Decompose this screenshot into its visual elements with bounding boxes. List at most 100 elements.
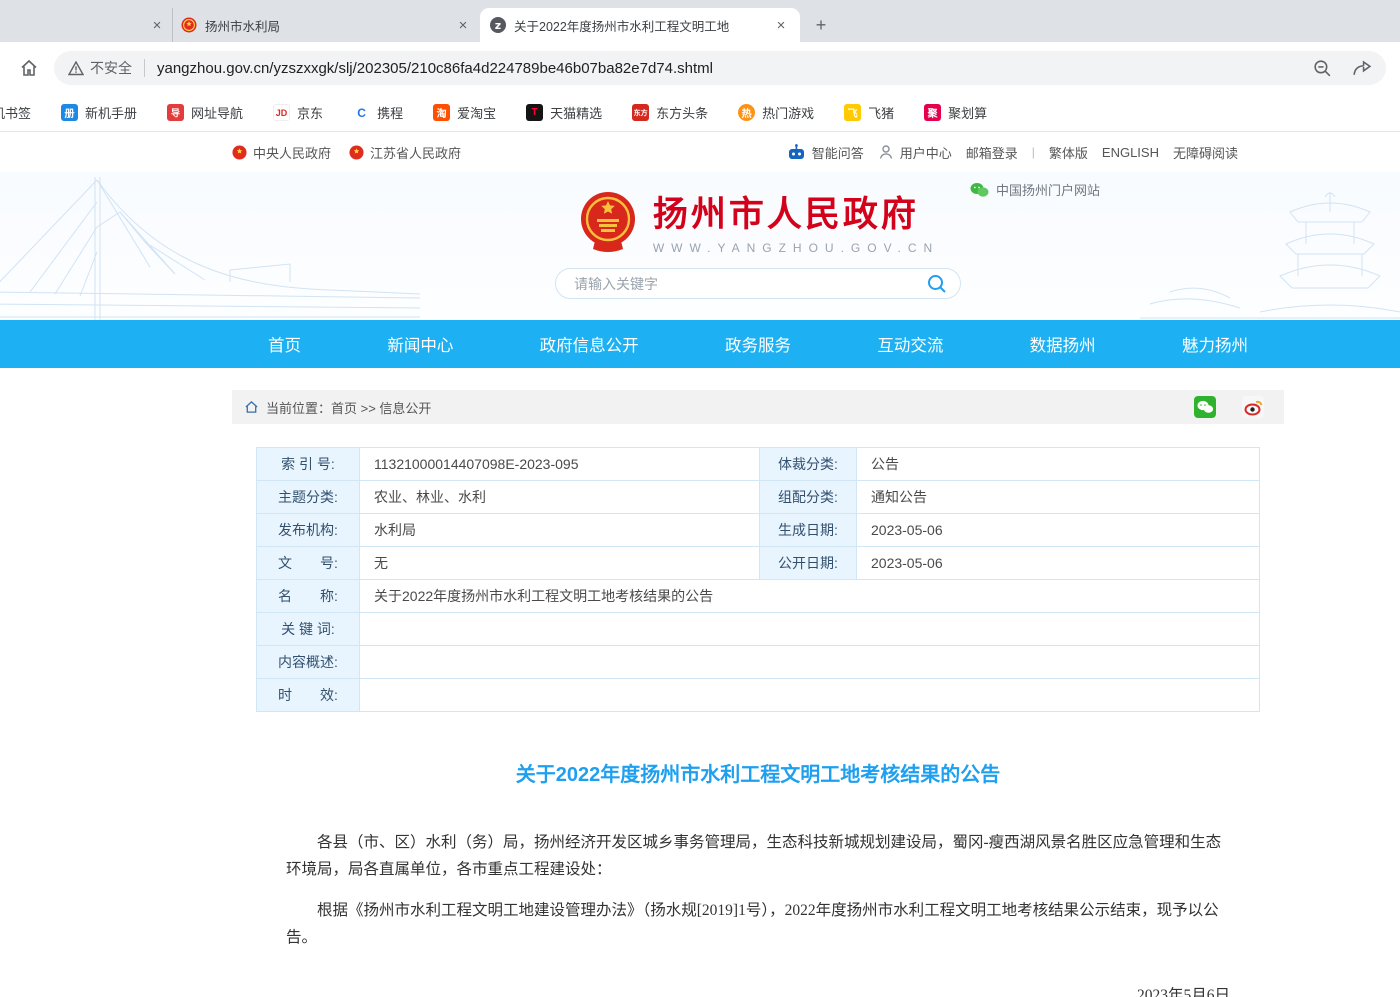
- bookmarks-bar: 机书签 册新机手册 导网址导航 JD京东 C携程 淘爱淘宝 T 天猫精选 东方东方…: [0, 94, 1400, 132]
- divider: |: [1032, 145, 1035, 159]
- home-icon[interactable]: [14, 53, 44, 83]
- site-url-text: WWW.YANGZHOU.GOV.CN: [653, 241, 939, 255]
- link-label: ENGLISH: [1102, 145, 1159, 160]
- browser-toolbar: 不安全 yangzhou.gov.cn/yzszxxgk/slj/202305/…: [0, 42, 1400, 94]
- wechat-icon: [970, 182, 989, 198]
- search-engine-favicon: z: [490, 17, 506, 33]
- gov-emblem-favicon: [181, 17, 197, 33]
- article-title: 关于2022年度扬州市水利工程文明工地考核结果的公告: [286, 758, 1230, 787]
- meta-value: 公告: [857, 448, 1260, 481]
- meta-value: 关于2022年度扬州市水利工程文明工地考核结果的公告: [360, 580, 1260, 613]
- smart-qa-link[interactable]: 智能问答: [787, 143, 864, 162]
- document-meta-table: 索 引 号: 11321000014407098E-2023-095 体裁分类:…: [256, 447, 1260, 712]
- tab-close-icon[interactable]: ×: [454, 16, 472, 34]
- bookmark-item[interactable]: T 天猫精选: [526, 103, 602, 122]
- link-label: 智能问答: [812, 143, 864, 162]
- share-icon[interactable]: [1351, 58, 1372, 79]
- new-tab-button[interactable]: +: [808, 12, 834, 38]
- meta-label: 发布机构:: [257, 514, 360, 547]
- home-icon[interactable]: [244, 400, 259, 414]
- bookmark-item[interactable]: 册新机手册: [61, 103, 137, 122]
- tab-close-icon[interactable]: ×: [148, 16, 166, 34]
- bookmark-label: 新机手册: [85, 103, 137, 122]
- meta-label: 组配分类:: [760, 481, 857, 514]
- url-text[interactable]: yangzhou.gov.cn/yzszxxgk/slj/202305/210c…: [157, 60, 1302, 77]
- gov-emblem-icon: [232, 145, 247, 160]
- site-title: 扬州市人民政府: [653, 186, 939, 237]
- wechat-share-icon[interactable]: [1194, 396, 1216, 418]
- table-row: 文 号: 无 公开日期: 2023-05-06: [257, 547, 1260, 580]
- nav-gov-services[interactable]: 政务服务: [725, 332, 791, 356]
- site-banner: 中国扬州门户网站 扬州市人民政府 WWW.YANGZHOU.GOV.CN: [0, 172, 1400, 320]
- link-label: 中央人民政府: [253, 143, 331, 162]
- bookmark-label: 热门游戏: [762, 103, 814, 122]
- nav-info-disclosure[interactable]: 政府信息公开: [540, 332, 639, 356]
- nav-charm-yangzhou[interactable]: 魅力扬州: [1182, 332, 1248, 356]
- weibo-share-icon[interactable]: [1242, 396, 1264, 418]
- english-version-link[interactable]: ENGLISH: [1102, 145, 1159, 160]
- traditional-version-link[interactable]: 繁体版: [1049, 143, 1088, 162]
- link-jiangsu-gov[interactable]: 江苏省人民政府: [349, 143, 461, 162]
- bookmark-favicon: 飞: [844, 104, 861, 121]
- national-emblem-icon: [577, 189, 639, 253]
- meta-label: 体裁分类:: [760, 448, 857, 481]
- meta-label: 索 引 号:: [257, 448, 360, 481]
- meta-value: 11321000014407098E-2023-095: [360, 448, 760, 481]
- bookmark-item[interactable]: C携程: [353, 103, 403, 122]
- article-paragraph: 各县（市、区）水利（务）局，扬州经济开发区城乡事务管理局，生态科技新城规划建设局…: [286, 829, 1230, 883]
- site-search[interactable]: [555, 268, 961, 299]
- bookmark-label: 聚划算: [948, 103, 987, 122]
- meta-value: [360, 679, 1260, 712]
- gov-emblem-icon: [349, 145, 364, 160]
- tab-partial[interactable]: ×: [0, 8, 172, 42]
- tab-close-icon[interactable]: ×: [772, 16, 790, 34]
- divider: [144, 59, 145, 77]
- bookmark-favicon: T: [526, 104, 543, 121]
- nav-interaction[interactable]: 互动交流: [877, 332, 943, 356]
- nav-data-yangzhou[interactable]: 数据扬州: [1030, 332, 1096, 356]
- bookmark-item[interactable]: 热热门游戏: [738, 103, 814, 122]
- mail-login-link[interactable]: 邮箱登录: [966, 143, 1018, 162]
- bookmark-label: 爱淘宝: [457, 103, 496, 122]
- bookmark-item[interactable]: JD京东: [273, 103, 323, 122]
- link-label: 邮箱登录: [966, 143, 1018, 162]
- table-row: 主题分类: 农业、林业、水利 组配分类: 通知公告: [257, 481, 1260, 514]
- link-label: 用户中心: [900, 143, 952, 162]
- site-logo[interactable]: 扬州市人民政府 WWW.YANGZHOU.GOV.CN: [232, 172, 1284, 255]
- bookmark-item[interactable]: 聚聚划算: [924, 103, 987, 122]
- bookmark-label: 网址导航: [191, 103, 243, 122]
- nav-news-center[interactable]: 新闻中心: [387, 332, 453, 356]
- accessibility-link[interactable]: 无障碍阅读: [1173, 143, 1238, 162]
- user-icon: [878, 144, 894, 160]
- bookmark-item[interactable]: 东方东方头条: [632, 103, 708, 122]
- bookmark-item[interactable]: 机书签: [0, 103, 31, 122]
- link-label: 繁体版: [1049, 143, 1088, 162]
- breadcrumb-text[interactable]: 当前位置：首页 >> 信息公开: [266, 398, 431, 417]
- nav-home[interactable]: 首页: [268, 332, 301, 356]
- address-bar[interactable]: 不安全 yangzhou.gov.cn/yzszxxgk/slj/202305/…: [54, 51, 1386, 85]
- portal-site-link[interactable]: 中国扬州门户网站: [970, 180, 1100, 199]
- tab-shuiliju[interactable]: 扬州市水利局 ×: [172, 8, 480, 42]
- link-label: 江苏省人民政府: [370, 143, 461, 162]
- bookmark-label: 天猫精选: [550, 103, 602, 122]
- meta-value: 水利局: [360, 514, 760, 547]
- user-center-link[interactable]: 用户中心: [878, 143, 952, 162]
- meta-label: 关 键 词:: [257, 613, 360, 646]
- tab-active-article[interactable]: z 关于2022年度扬州市水利工程文明工地 ×: [480, 8, 800, 42]
- document-panel: 索 引 号: 11321000014407098E-2023-095 体裁分类:…: [232, 424, 1284, 997]
- site-utility-bar: 中央人民政府 江苏省人民政府 智能问答 用户中心 邮箱登录 | 繁体版 ENGL…: [0, 132, 1400, 172]
- portal-label: 中国扬州门户网站: [996, 180, 1100, 199]
- link-central-gov[interactable]: 中央人民政府: [232, 143, 331, 162]
- bookmark-item[interactable]: 飞飞猪: [844, 103, 894, 122]
- search-input[interactable]: [574, 276, 926, 292]
- search-icon[interactable]: [926, 273, 948, 295]
- bookmark-favicon: JD: [273, 104, 290, 121]
- security-chip[interactable]: 不安全: [68, 58, 132, 78]
- meta-value: 2023-05-06: [857, 514, 1260, 547]
- bookmark-favicon: 东方: [632, 104, 649, 121]
- meta-label: 名 称:: [257, 580, 360, 613]
- zoom-out-icon[interactable]: [1312, 58, 1333, 79]
- bookmark-item[interactable]: 导网址导航: [167, 103, 243, 122]
- bookmark-item[interactable]: 淘爱淘宝: [433, 103, 496, 122]
- bookmark-favicon: 淘: [433, 104, 450, 121]
